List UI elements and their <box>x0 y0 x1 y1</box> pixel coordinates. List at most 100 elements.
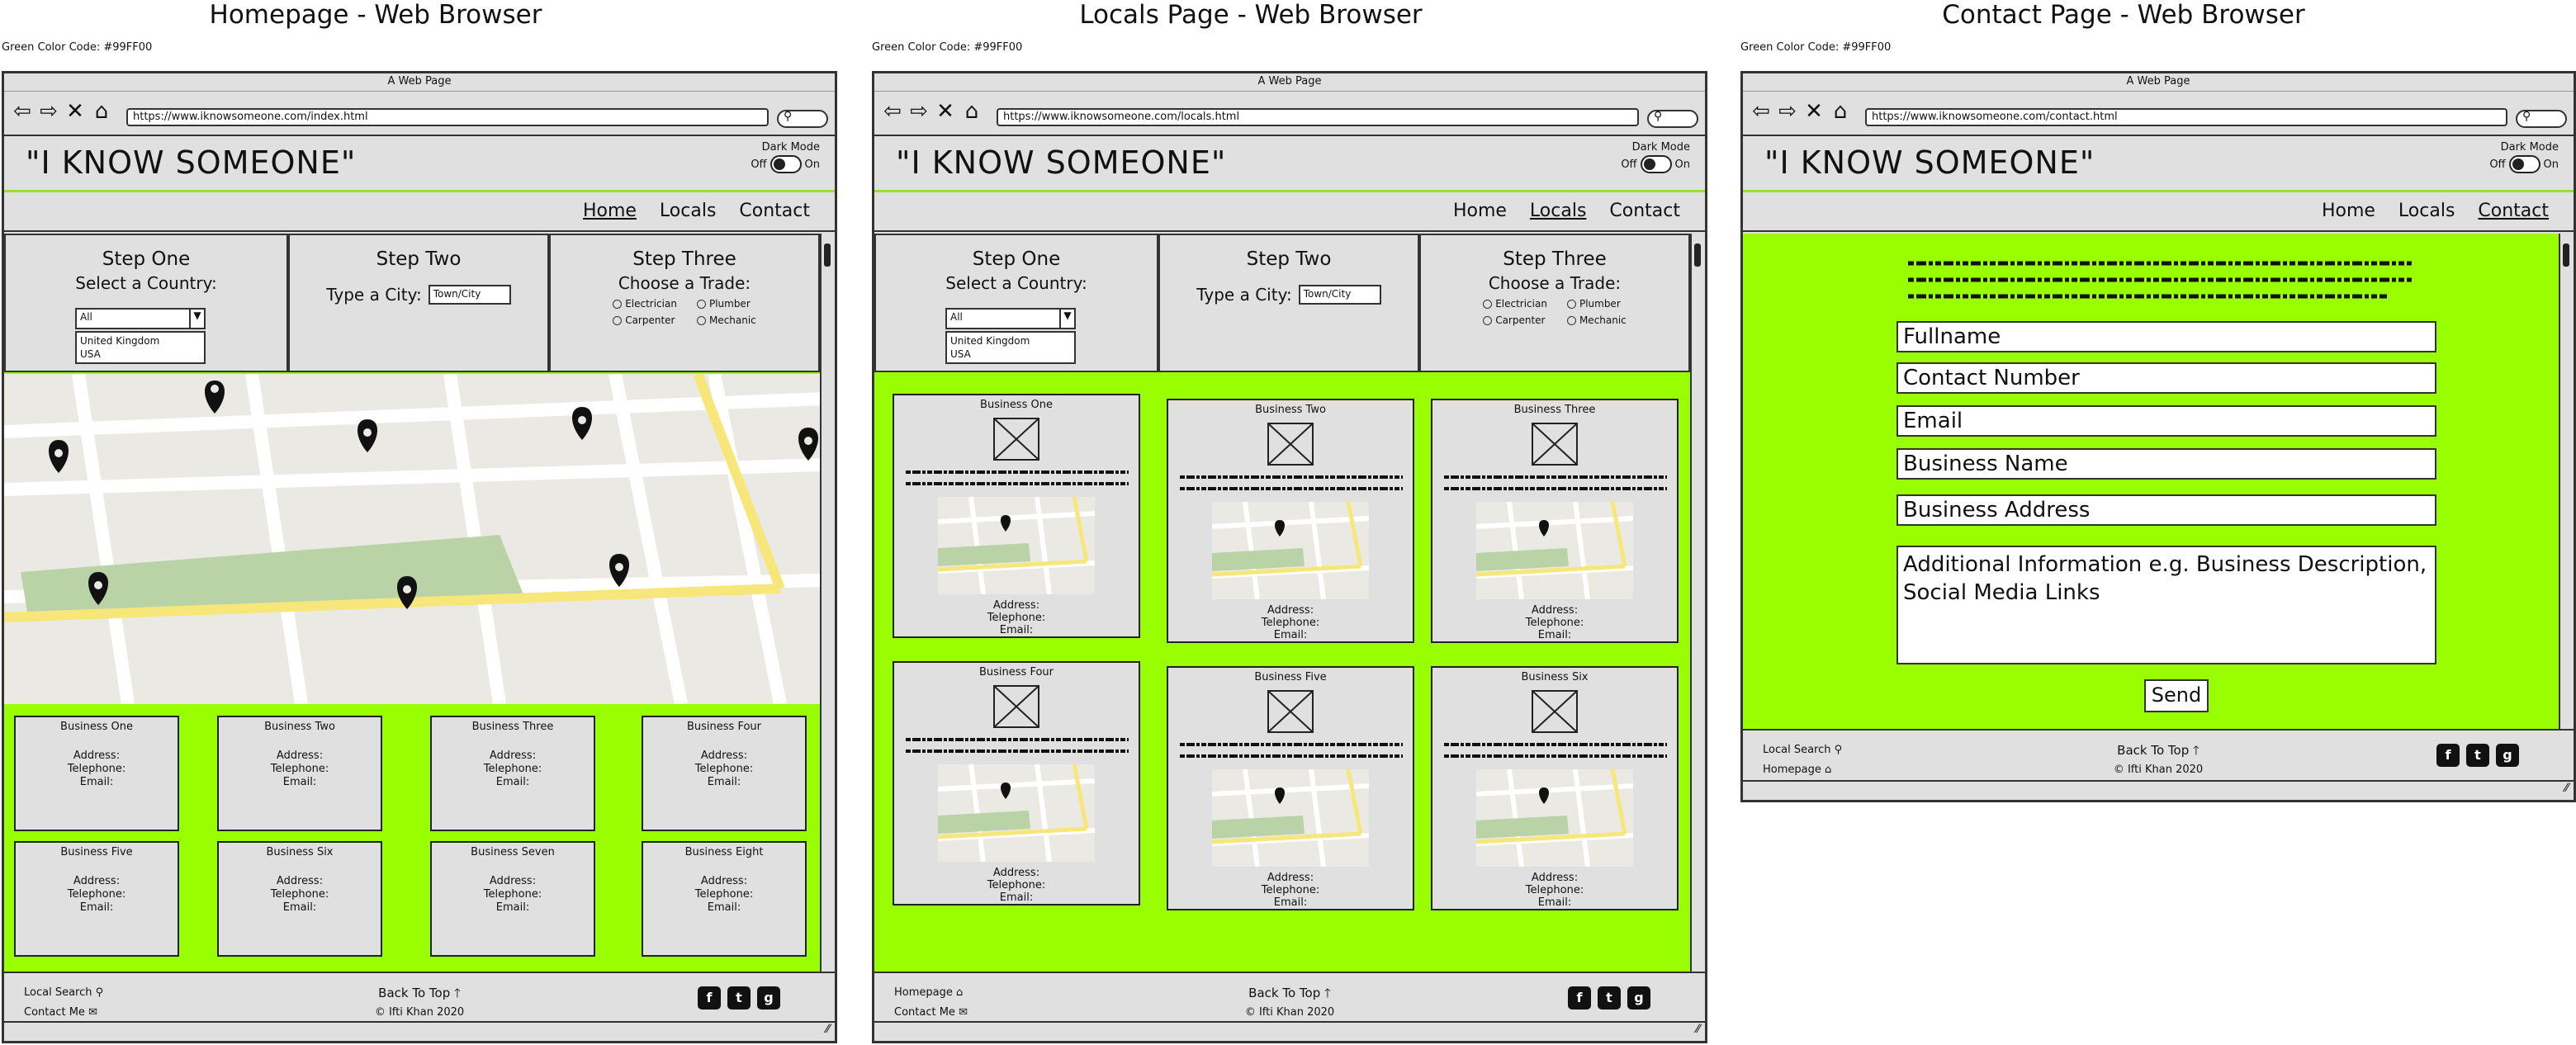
country-option[interactable]: USA <box>80 348 201 361</box>
site-logo[interactable]: "I KNOW SOMEONE" <box>26 144 356 181</box>
business-name: Business Five <box>60 846 133 858</box>
resize-handle-icon[interactable]: ⁄⁄ <box>1696 1023 1700 1036</box>
back-arrow-icon[interactable]: ⇦ <box>12 101 32 122</box>
mini-map[interactable] <box>1476 769 1633 867</box>
business-card[interactable]: Business One Address: Telephone: Email: <box>893 394 1140 638</box>
facebook-icon[interactable]: f <box>2436 744 2460 767</box>
business-telephone: Telephone: <box>67 763 126 775</box>
trade-option[interactable]: Plumber <box>696 298 756 310</box>
dark-mode-toggle[interactable] <box>2508 155 2540 173</box>
trade-option[interactable]: Electrician <box>613 298 677 310</box>
forward-arrow-icon[interactable]: ⇨ <box>39 101 59 122</box>
site-logo[interactable]: "I KNOW SOMEONE" <box>1764 144 2095 181</box>
business-card[interactable]: Business Eight Address: Telephone: Email: <box>642 841 807 957</box>
github-icon[interactable]: g <box>2496 744 2519 767</box>
country-option[interactable]: USA <box>950 348 1071 361</box>
twitter-icon[interactable]: t <box>2466 744 2489 767</box>
github-icon[interactable]: g <box>757 986 780 1010</box>
trade-option[interactable]: Carpenter <box>613 314 677 326</box>
business-card[interactable]: Business Five Address: Telephone: Email: <box>1167 666 1414 910</box>
business-name-field[interactable]: Business Name <box>1896 448 2436 480</box>
nav-contact[interactable]: Contact <box>739 201 810 221</box>
back-arrow-icon[interactable]: ⇦ <box>883 101 902 122</box>
home-icon[interactable]: ⌂ <box>962 101 982 122</box>
business-card[interactable]: Business One Address: Telephone: Email: <box>14 716 179 831</box>
address-bar[interactable]: https://www.iknowsomeone.com/contact.htm… <box>1865 108 2507 126</box>
facebook-icon[interactable]: f <box>698 986 721 1010</box>
close-icon[interactable]: ✕ <box>1804 101 1824 122</box>
mini-map[interactable] <box>1212 769 1369 867</box>
nav-contact[interactable]: Contact <box>2478 201 2549 221</box>
home-icon[interactable]: ⌂ <box>92 101 111 122</box>
scrollbar[interactable] <box>1690 234 1705 972</box>
locations-map[interactable] <box>4 374 820 704</box>
country-option[interactable]: United Kingdom <box>80 334 201 348</box>
mini-map[interactable] <box>938 497 1095 594</box>
dark-mode-toggle[interactable] <box>1640 155 1672 173</box>
business-name: Business Four <box>978 666 1054 679</box>
send-button[interactable]: Send <box>2144 679 2209 712</box>
trade-option[interactable]: Mechanic <box>696 314 756 326</box>
business-address-field[interactable]: Business Address <box>1896 494 2436 526</box>
mini-map[interactable] <box>1212 502 1369 599</box>
twitter-icon[interactable]: t <box>727 986 751 1010</box>
business-card[interactable]: Business Three Address: Telephone: Email: <box>1431 399 1679 643</box>
mini-map[interactable] <box>1476 502 1633 599</box>
forward-arrow-icon[interactable]: ⇨ <box>909 101 929 122</box>
mini-map[interactable] <box>938 764 1095 862</box>
business-card[interactable]: Business Six Address: Telephone: Email: <box>1431 666 1679 910</box>
fullname-field[interactable]: Fullname <box>1896 321 2436 352</box>
dark-mode-toggle[interactable] <box>769 155 802 173</box>
business-card[interactable]: Business Seven Address: Telephone: Email: <box>430 841 595 957</box>
country-select[interactable]: All ▼ <box>75 308 206 329</box>
back-arrow-icon[interactable]: ⇦ <box>1751 101 1771 122</box>
trade-option[interactable]: Plumber <box>1566 298 1627 310</box>
address-bar[interactable]: https://www.iknowsomeone.com/locals.html <box>997 108 1639 126</box>
city-input[interactable]: Town/City <box>1298 285 1381 305</box>
nav-locals[interactable]: Locals <box>660 201 716 221</box>
resize-handle-icon[interactable]: ⁄⁄ <box>2564 782 2569 795</box>
dark-mode-control: Dark Mode Off On <box>1621 141 1690 173</box>
github-icon[interactable]: g <box>1627 986 1650 1010</box>
close-icon[interactable]: ✕ <box>65 101 85 122</box>
additional-info-textarea[interactable]: Additional Information e.g. Business Des… <box>1896 546 2436 664</box>
trade-option[interactable]: Mechanic <box>1566 314 1627 326</box>
city-input[interactable]: Town/City <box>428 285 511 305</box>
twitter-icon[interactable]: t <box>1598 986 1621 1010</box>
nav-locals[interactable]: Locals <box>1530 201 1586 221</box>
trade-option[interactable]: Electrician <box>1483 298 1547 310</box>
country-option[interactable]: United Kingdom <box>950 334 1071 348</box>
browser-search-box[interactable]: ⚲ <box>1647 110 1698 128</box>
business-card[interactable]: Business Four Address: Telephone: Email: <box>893 661 1140 906</box>
image-placeholder-icon <box>993 418 1039 461</box>
business-card[interactable]: Business Three Address: Telephone: Email: <box>430 716 595 831</box>
nav-home[interactable]: Home <box>1453 201 1507 221</box>
nav-locals[interactable]: Locals <box>2398 201 2455 221</box>
home-icon[interactable]: ⌂ <box>1830 101 1850 122</box>
country-select[interactable]: All ▼ <box>945 308 1076 329</box>
nav-home[interactable]: Home <box>2322 201 2375 221</box>
business-card[interactable]: Business Six Address: Telephone: Email: <box>217 841 382 957</box>
business-card[interactable]: Business Two Address: Telephone: Email: <box>217 716 382 831</box>
step-three: Step Three Choose a Trade: Electrician P… <box>549 234 820 372</box>
browser-search-box[interactable]: ⚲ <box>2516 110 2567 128</box>
facebook-icon[interactable]: f <box>1568 986 1591 1010</box>
address-bar[interactable]: https://www.iknowsomeone.com/index.html <box>126 108 769 126</box>
resize-handle-icon[interactable]: ⁄⁄ <box>826 1023 830 1036</box>
forward-arrow-icon[interactable]: ⇨ <box>1778 101 1797 122</box>
toggle-on-label: On <box>804 158 820 171</box>
contact-number-field[interactable]: Contact Number <box>1896 362 2436 394</box>
browser-search-box[interactable]: ⚲ <box>777 110 828 128</box>
email-field[interactable]: Email <box>1896 405 2436 437</box>
site-logo[interactable]: "I KNOW SOMEONE" <box>896 144 1226 181</box>
business-card[interactable]: Business Two Address: Telephone: Email: <box>1167 399 1414 643</box>
close-icon[interactable]: ✕ <box>935 101 955 122</box>
scrollbar[interactable] <box>820 234 835 972</box>
toggle-off-label: Off <box>751 158 767 171</box>
scrollbar[interactable] <box>2559 234 2574 729</box>
business-card[interactable]: Business Five Address: Telephone: Email: <box>14 841 179 957</box>
trade-option[interactable]: Carpenter <box>1483 314 1547 326</box>
nav-home[interactable]: Home <box>583 201 637 221</box>
nav-contact[interactable]: Contact <box>1609 201 1680 221</box>
business-card[interactable]: Business Four Address: Telephone: Email: <box>642 716 807 831</box>
